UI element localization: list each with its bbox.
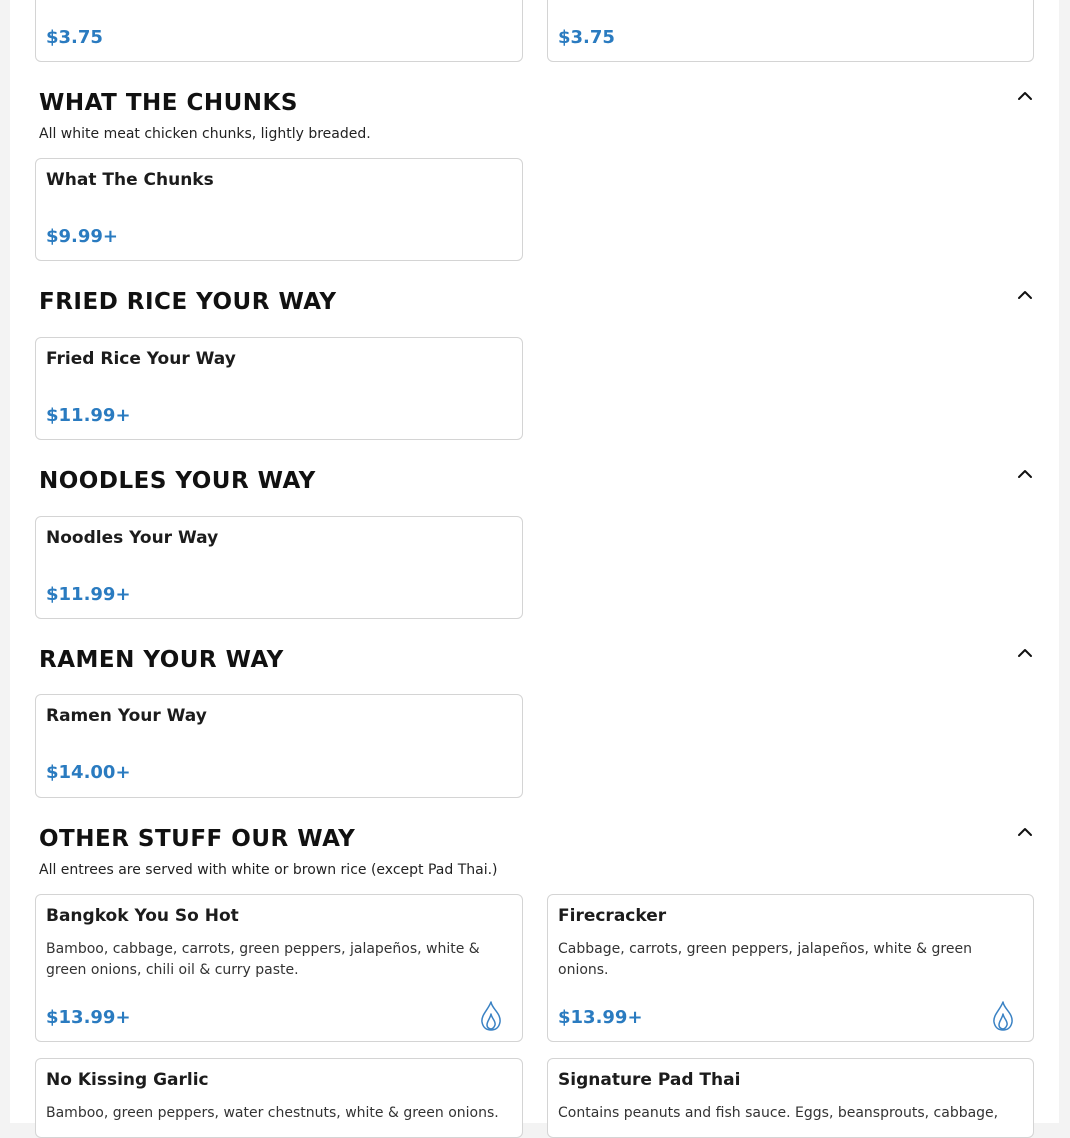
menu-item-card[interactable]: Ramen Your Way $14.00+ xyxy=(35,694,523,798)
item-price: $3.75 xyxy=(46,27,103,48)
item-price: $14.00+ xyxy=(46,762,131,783)
item-price: $3.75 xyxy=(558,27,615,48)
item-price: $11.99+ xyxy=(46,405,131,426)
menu-item-card[interactable]: Fried Rice Your Way $11.99+ xyxy=(35,337,523,440)
item-price: $11.99+ xyxy=(46,584,131,605)
item-name: What The Chunks xyxy=(46,170,214,190)
menu-item-card[interactable]: Bangkok You So Hot Bamboo, cabbage, carr… xyxy=(35,894,523,1042)
menu-item-card[interactable]: Signature Pad Thai Contains peanuts and … xyxy=(547,1058,1034,1138)
menu-item-card[interactable]: $3.75 xyxy=(35,0,523,62)
section-title: FRIED RICE YOUR WAY xyxy=(39,289,337,315)
item-description: Cabbage, carrots, green peppers, jalapeñ… xyxy=(558,941,972,978)
item-description: Contains peanuts and fish sauce. Eggs, b… xyxy=(558,1105,999,1121)
item-description: Bamboo, cabbage, carrots, green peppers,… xyxy=(46,941,480,978)
section-title: OTHER STUFF OUR WAY xyxy=(39,826,356,852)
item-name: Fried Rice Your Way xyxy=(46,349,236,369)
item-price: $13.99+ xyxy=(46,1007,131,1028)
item-description: Bamboo, green peppers, water chestnuts, … xyxy=(46,1105,499,1121)
menu-item-card[interactable]: Firecracker Cabbage, carrots, green pepp… xyxy=(547,894,1034,1042)
item-price: $13.99+ xyxy=(558,1007,643,1028)
menu-item-card[interactable]: What The Chunks $9.99+ xyxy=(35,158,523,261)
section-description: All entrees are served with white or bro… xyxy=(39,862,498,878)
item-name: Signature Pad Thai xyxy=(558,1070,741,1090)
chevron-up-icon[interactable] xyxy=(1015,643,1035,663)
item-price: $9.99+ xyxy=(46,226,119,247)
menu-item-card[interactable]: Noodles Your Way $11.99+ xyxy=(35,516,523,619)
section-title: WHAT THE CHUNKS xyxy=(39,90,298,116)
chevron-up-icon[interactable] xyxy=(1015,822,1035,842)
chevron-up-icon[interactable] xyxy=(1015,285,1035,305)
item-name: Ramen Your Way xyxy=(46,706,207,726)
spicy-flame-icon xyxy=(993,1001,1013,1031)
section-description: All white meat chicken chunks, lightly b… xyxy=(39,126,371,142)
item-name: Noodles Your Way xyxy=(46,528,219,548)
menu-item-card[interactable]: No Kissing Garlic Bamboo, green peppers,… xyxy=(35,1058,523,1138)
item-name: Bangkok You So Hot xyxy=(46,906,239,926)
section-title: RAMEN YOUR WAY xyxy=(39,647,284,673)
section-title: NOODLES YOUR WAY xyxy=(39,468,316,494)
item-name: Firecracker xyxy=(558,906,667,926)
chevron-up-icon[interactable] xyxy=(1015,86,1035,106)
menu-page: $3.75 $3.75 WHAT THE CHUNKS All white me… xyxy=(10,0,1059,1138)
item-name: No Kissing Garlic xyxy=(46,1070,209,1090)
spicy-flame-icon xyxy=(481,1001,501,1031)
menu-item-card[interactable]: $3.75 xyxy=(547,0,1034,62)
chevron-up-icon[interactable] xyxy=(1015,464,1035,484)
